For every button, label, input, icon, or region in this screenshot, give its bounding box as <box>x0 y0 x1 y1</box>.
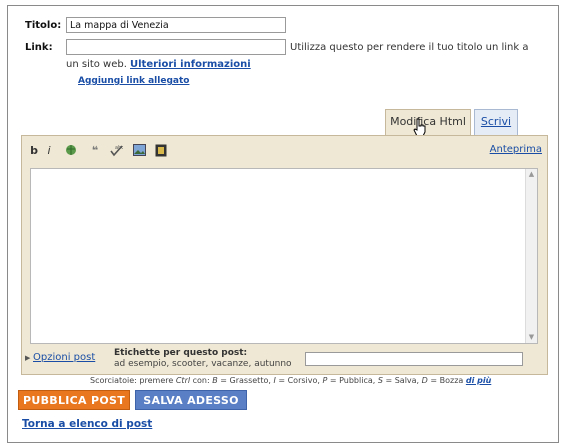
link-label: Link: <box>25 42 53 53</box>
title-label: Titolo: <box>25 20 62 31</box>
labels-example: ad esempio, scooter, vacanze, autunno <box>114 359 292 369</box>
link-hint-2: un sito web. <box>66 59 127 70</box>
link-input[interactable] <box>66 39 286 55</box>
shortcut-i-key: I <box>273 376 276 385</box>
editor-panel: b i ❝ abc Anteprima ▲ ▼ ▶ Opzioni post E… <box>21 135 548 375</box>
more-shortcuts-link[interactable]: di più <box>466 376 491 385</box>
link-globe-icon <box>66 145 76 155</box>
post-options-link[interactable]: Opzioni post <box>33 352 95 363</box>
shortcuts-hint: Scorciatoie: premere Ctrl con: B = Grass… <box>90 376 491 385</box>
shortcut-ctrl: Ctrl <box>175 376 191 385</box>
bold-button[interactable]: b <box>27 144 41 158</box>
post-body-textarea[interactable]: ▲ ▼ <box>30 168 538 344</box>
back-to-posts-link[interactable]: Torna a elenco di post <box>22 418 152 430</box>
tab-edit-html[interactable]: Modifica Html <box>385 109 471 135</box>
more-info-link[interactable]: Ulteriori informazioni <box>130 59 251 70</box>
image-icon <box>132 144 146 156</box>
labels-title: Etichette per questo post: <box>114 348 248 358</box>
save-now-button[interactable]: SALVA ADESSO <box>135 390 247 410</box>
italic-button[interactable]: i <box>42 144 56 158</box>
add-attachment-link[interactable]: Aggiungi link allegato <box>78 76 189 86</box>
shortcut-p-key: P <box>322 376 328 385</box>
blockquote-button[interactable]: ❝ <box>88 144 102 158</box>
shortcut-b-key: B <box>212 376 218 385</box>
film-icon <box>155 144 167 157</box>
image-button[interactable] <box>132 144 146 158</box>
textarea-scrollbar[interactable]: ▲ ▼ <box>525 169 537 343</box>
link-button[interactable] <box>64 144 78 158</box>
labels-input[interactable] <box>305 352 523 366</box>
shortcut-s-key: S <box>377 376 383 385</box>
post-editor-frame: Titolo: Link: Utilizza questo per render… <box>7 5 559 443</box>
shortcut-d-text: = Bozza <box>430 376 464 385</box>
tab-compose-label: Scrivi <box>480 115 512 128</box>
shortcut-p-text: = Pubblica, <box>329 376 376 385</box>
spellcheck-button[interactable]: abc <box>109 144 124 158</box>
shortcut-d-key: D <box>421 376 428 385</box>
shortcuts-prefix: Scorciatoie: premere <box>90 376 174 385</box>
publish-post-button[interactable]: PUBBLICA POST <box>18 390 130 410</box>
tab-compose[interactable]: Scrivi <box>474 109 518 135</box>
shortcut-b-text: = Grassetto, <box>220 376 271 385</box>
title-input[interactable] <box>66 17 286 33</box>
shortcut-i-text: = Corsivo, <box>278 376 320 385</box>
link-hint: Utilizza questo per rendere il tuo titol… <box>290 42 529 53</box>
triangle-right-icon: ▶ <box>25 354 31 362</box>
svg-text:abc: abc <box>115 145 123 151</box>
scroll-down-icon[interactable]: ▼ <box>527 333 536 342</box>
scroll-up-icon[interactable]: ▲ <box>527 170 536 179</box>
shortcut-con: con: <box>192 376 210 385</box>
spellcheck-icon: abc <box>109 145 124 157</box>
video-button[interactable] <box>154 144 168 158</box>
quote-icon: ❝ <box>91 144 99 157</box>
tab-edit-html-label: Modifica Html <box>390 115 466 128</box>
shortcut-s-text: = Salva, <box>385 376 420 385</box>
preview-link[interactable]: Anteprima <box>490 144 542 155</box>
